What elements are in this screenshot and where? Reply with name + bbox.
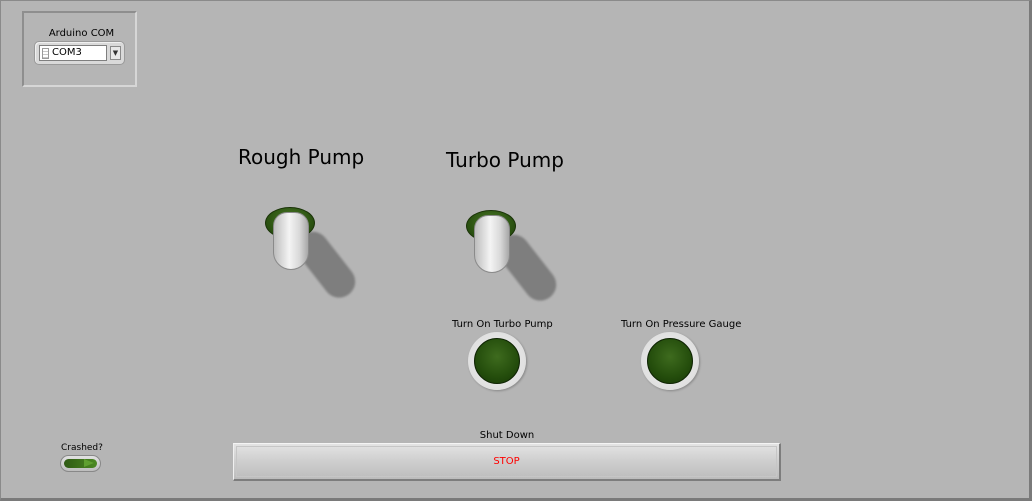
led-bulb bbox=[474, 338, 520, 384]
io-resource-icon bbox=[42, 48, 49, 59]
stop-button[interactable]: STOP bbox=[233, 443, 781, 481]
gauge-led-label: Turn On Pressure Gauge bbox=[621, 319, 742, 330]
turbo-led-label: Turn On Turbo Pump bbox=[452, 319, 553, 330]
stop-button-label: STOP bbox=[493, 456, 520, 467]
dropdown-arrow-icon[interactable]: ▼ bbox=[110, 46, 121, 60]
rough-pump-title: Rough Pump bbox=[238, 145, 365, 169]
crashed-indicator-arrow-icon bbox=[84, 459, 94, 467]
toggle-lever[interactable] bbox=[273, 212, 309, 270]
pressure-gauge-led[interactable] bbox=[641, 332, 699, 390]
rough-pump-toggle[interactable] bbox=[265, 207, 362, 307]
turbo-pump-led[interactable] bbox=[468, 332, 526, 390]
crashed-label: Crashed? bbox=[61, 443, 103, 453]
front-panel: Arduino COM COM3 ▼ Rough Pump Turbo Pump… bbox=[0, 0, 1032, 501]
turbo-pump-toggle[interactable] bbox=[466, 210, 563, 310]
shutdown-label: Shut Down bbox=[479, 430, 535, 441]
led-bulb bbox=[647, 338, 693, 384]
com-port-selector[interactable]: COM3 ▼ bbox=[34, 41, 125, 65]
crashed-indicator bbox=[60, 455, 101, 472]
com-label: Arduino COM bbox=[48, 28, 115, 39]
toggle-lever[interactable] bbox=[474, 215, 510, 273]
com-port-field[interactable]: COM3 bbox=[39, 45, 107, 61]
com-port-value: COM3 bbox=[52, 47, 82, 58]
turbo-pump-title: Turbo Pump bbox=[446, 148, 564, 172]
